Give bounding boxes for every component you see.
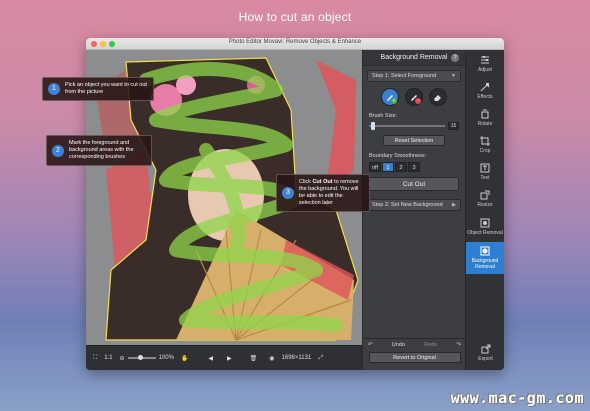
reset-selection-button[interactable]: Reset Selection [383, 135, 445, 146]
panel-header: Background Removal ? [363, 50, 465, 66]
zoom-slider[interactable] [127, 355, 156, 360]
tools-sidebar: Adjust Effects Rotate Crop Text Resize O… [465, 50, 504, 370]
next-image-icon[interactable]: ▶ [227, 355, 232, 362]
brush-size-row: 15 [369, 122, 459, 130]
smoothness-option[interactable]: off [369, 162, 381, 172]
tool-background-removal[interactable]: Background Removal [466, 242, 504, 274]
undo-icon[interactable]: ↶ [368, 342, 373, 348]
fit-to-screen-icon[interactable]: ⛶ [93, 355, 97, 362]
canvas-bottom-bar: ⛶ 1:1 ⊖ 100% ✋ ◀ ▶ 🗑 ◉ 1698×1131 ⤢ [86, 345, 362, 370]
brush-size-value[interactable]: 15 [448, 122, 459, 130]
undo-button[interactable]: Undo [392, 342, 405, 348]
smoothness-selector: off 1 2 3 [369, 162, 465, 172]
title-bar: Photo Editor Movavi: Remove Objects & En… [86, 38, 504, 50]
redo-button[interactable]: Redo [424, 342, 437, 348]
tool-label: Crop [479, 147, 491, 154]
tool-label: Effects [477, 93, 493, 100]
tool-label: Rotate [477, 120, 493, 127]
smoothness-option[interactable]: 1 [382, 162, 394, 172]
sliders-icon [481, 55, 489, 63]
tool-label: Resize [477, 201, 493, 208]
tool-label: Text [480, 174, 490, 181]
step2-header[interactable]: Step 2: Set New Background ▶ [367, 199, 461, 211]
step2-label: Step 2: Set New Background [372, 202, 443, 208]
tool-label: Background Removal [471, 258, 499, 270]
eraser-button[interactable] [429, 88, 447, 106]
effects-icon [480, 82, 490, 91]
object-removal-icon [480, 218, 490, 228]
watermark: www.mac-gm.com [450, 389, 584, 407]
boundary-smoothness-label: Boundary Smoothness: [369, 153, 427, 159]
window-title: Photo Editor Movavi: Remove Objects & En… [228, 39, 362, 45]
redo-icon[interactable]: ↷ [456, 342, 461, 348]
callout-prefix: Click [299, 179, 313, 185]
panel-footer: ↶ Undo Redo ↷ Revert to Original [363, 338, 466, 370]
preview-eye-icon[interactable]: ◉ [269, 355, 274, 362]
tool-label: Adjust [478, 66, 492, 73]
chevron-down-icon: ▼ [451, 73, 456, 79]
text-icon [480, 163, 490, 172]
smoothness-option[interactable]: 2 [395, 162, 407, 172]
chevron-right-icon: ▶ [452, 202, 456, 208]
callout-text: Mark the foreground and background areas… [69, 140, 134, 160]
actual-size-button[interactable]: 1:1 [104, 355, 112, 361]
undo-redo-row: ↶ Undo Redo ↷ [363, 339, 466, 348]
callout-1: 1 Pick an object you want to cut out fro… [42, 77, 154, 101]
plus-icon: + [391, 98, 397, 104]
brush-size-label: Brush Size: [369, 113, 398, 119]
tool-label: Object Removal [467, 230, 503, 236]
page-headline: How to cut an object [238, 10, 352, 24]
tool-label: Export [478, 355, 493, 362]
image-dimensions: 1698×1131 [281, 355, 312, 361]
callout-number: 2 [52, 144, 64, 157]
pan-hand-icon[interactable]: ✋ [181, 355, 188, 362]
callout-text: Pick an object you want to cut out from … [65, 82, 147, 95]
eraser-icon [434, 95, 441, 101]
zoom-level: 100% [158, 355, 174, 361]
resize-icon [480, 190, 490, 199]
step1-header[interactable]: Step 1: Select Foreground ▼ [367, 70, 461, 82]
fullscreen-icon[interactable]: ⤢ [318, 355, 323, 362]
step1-label: Step 1: Select Foreground [372, 73, 437, 79]
tool-export[interactable]: Export [466, 339, 504, 366]
tool-effects[interactable]: Effects [466, 77, 504, 104]
callout-3: 3 Click Cut Out to remove the background… [276, 174, 370, 212]
tool-object-removal[interactable]: Object Removal [466, 212, 504, 242]
callout-number: 1 [48, 83, 60, 95]
callout-bold: Cut Out [312, 179, 333, 185]
minus-icon: − [415, 98, 421, 104]
smoothness-option[interactable]: 3 [408, 162, 420, 172]
tool-crop[interactable]: Crop [466, 131, 504, 158]
crop-icon [480, 135, 490, 146]
rotate-icon [481, 109, 489, 118]
callout-2: 2 Mark the foreground and background are… [46, 135, 152, 166]
brush-tools: + − [363, 88, 465, 106]
zoom-out-icon[interactable]: ⊖ [120, 355, 125, 362]
export-icon [481, 344, 490, 353]
panel-title: Background Removal [380, 54, 448, 61]
tool-resize[interactable]: Resize [466, 185, 504, 212]
background-removal-panel: Background Removal ? Step 1: Select Fore… [362, 50, 466, 370]
background-removal-icon [480, 246, 490, 256]
help-icon[interactable]: ? [451, 54, 459, 62]
foreground-brush-button[interactable]: + [381, 88, 399, 106]
revert-button[interactable]: Revert to Original [368, 352, 461, 363]
tool-adjust[interactable]: Adjust [466, 50, 504, 77]
tool-text[interactable]: Text [466, 158, 504, 185]
previous-image-icon[interactable]: ◀ [208, 355, 213, 362]
cut-out-button[interactable]: Cut Out [369, 177, 459, 191]
callout-number: 3 [282, 187, 294, 199]
background-brush-button[interactable]: − [405, 88, 423, 106]
delete-icon[interactable]: 🗑 [250, 355, 258, 362]
tool-rotate[interactable]: Rotate [466, 104, 504, 131]
brush-size-slider[interactable] [369, 122, 445, 130]
